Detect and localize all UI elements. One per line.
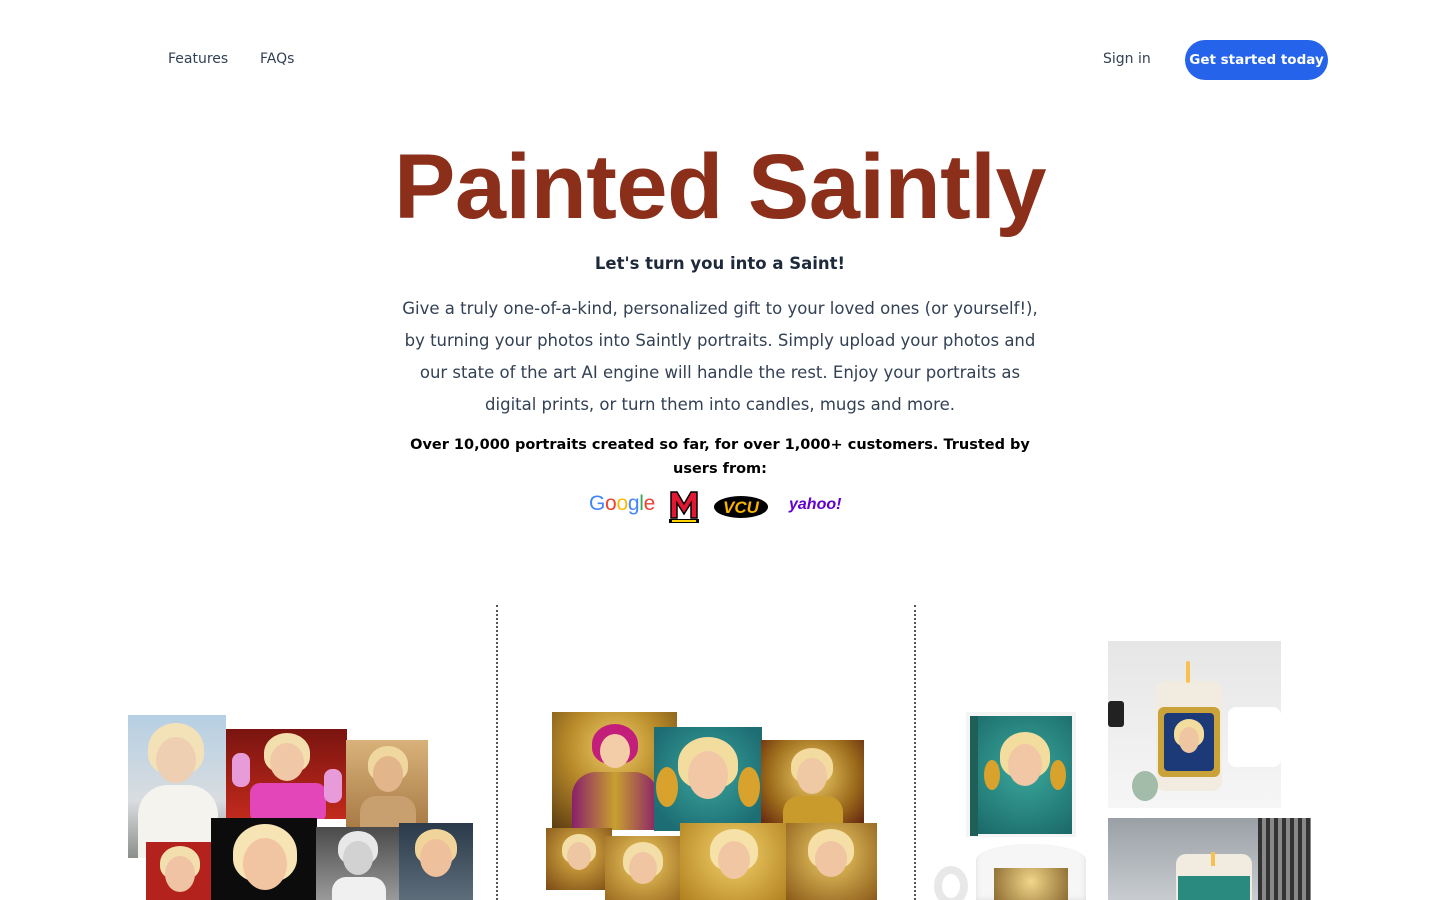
portrait-thumbnail <box>546 828 612 890</box>
section-divider <box>914 605 916 900</box>
nav-link-faqs[interactable]: FAQs <box>260 51 294 67</box>
canvas-print-product <box>966 712 1076 837</box>
sign-in-link[interactable]: Sign in <box>1103 51 1151 67</box>
portrait-thumbnail <box>786 823 877 900</box>
hero-subtitle: Let's turn you into a Saint! <box>594 254 846 273</box>
portrait-thumbnail <box>605 836 681 900</box>
get-started-button[interactable]: Get started today <box>1185 40 1328 80</box>
svg-text:VCU: VCU <box>723 498 760 517</box>
top-nav: Features FAQs Sign in Get started today <box>0 0 1440 120</box>
section-divider <box>496 605 498 900</box>
vcu-logo: VCU <box>714 496 768 518</box>
nav-link-features[interactable]: Features <box>168 51 228 67</box>
trust-statement: Over 10,000 portraits created so far, fo… <box>410 437 1030 477</box>
hero-description: Give a truly one-of-a-kind, personalized… <box>402 299 1038 414</box>
trusted-logos: Google VCU yahoo! <box>589 488 859 524</box>
page-title: Painted Saintly <box>394 136 1047 238</box>
candle-product <box>1108 818 1311 900</box>
photo-thumbnail <box>346 740 428 828</box>
candle-product <box>1108 641 1281 808</box>
mug-product <box>930 840 1090 900</box>
photo-thumbnail <box>316 827 402 900</box>
photo-thumbnail <box>226 729 347 819</box>
portrait-thumbnail <box>761 740 864 829</box>
photo-thumbnail <box>146 842 213 900</box>
maryland-logo <box>669 491 699 523</box>
portrait-thumbnail <box>654 727 762 831</box>
photo-thumbnail <box>211 818 317 900</box>
google-logo: Google <box>589 492 655 515</box>
photo-thumbnail <box>399 823 473 900</box>
yahoo-logo: yahoo! <box>789 496 842 513</box>
portrait-thumbnail <box>680 823 788 900</box>
